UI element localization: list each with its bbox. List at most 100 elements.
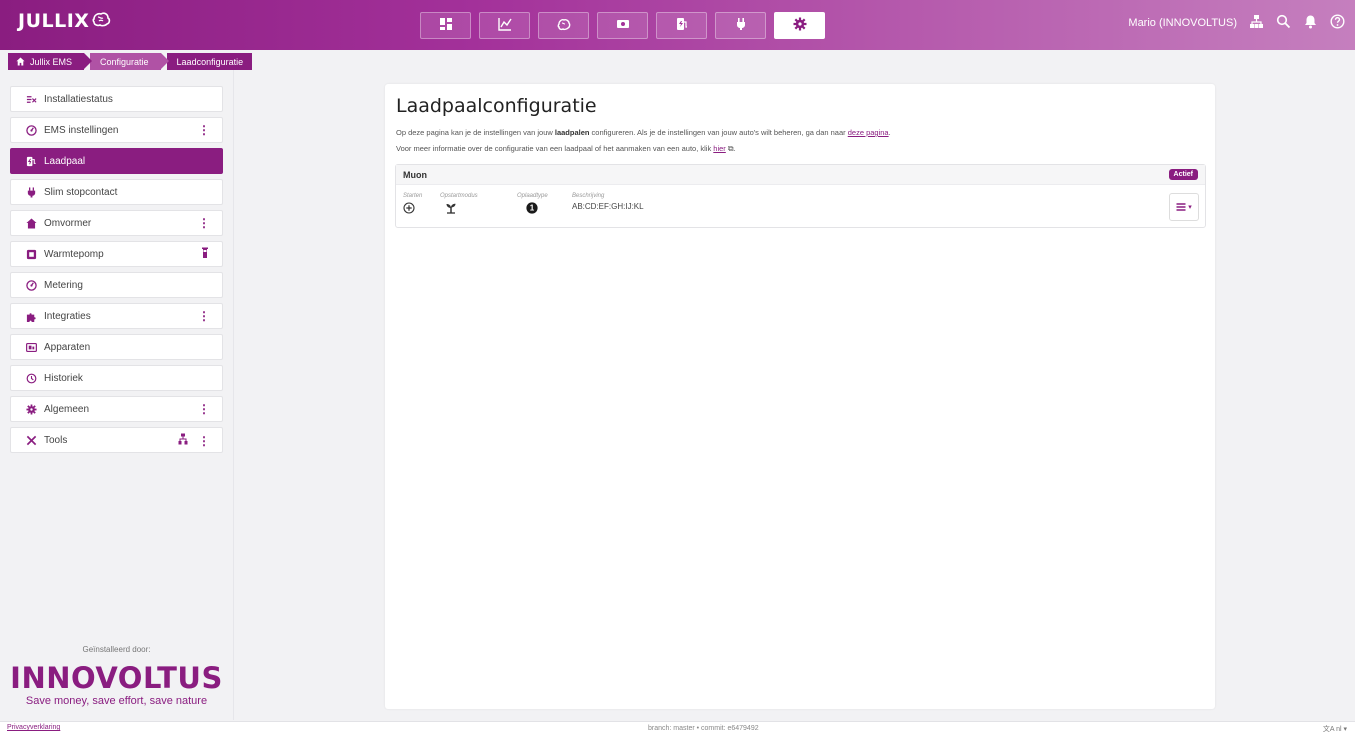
caret-down-icon: ▾ xyxy=(1188,204,1192,211)
more-vertical-icon[interactable]: ⋮ xyxy=(198,123,210,137)
nav-finance-button[interactable] xyxy=(597,12,648,39)
sidebar-item-label: Warmtepomp xyxy=(44,248,104,260)
money-icon xyxy=(616,17,630,34)
bell-icon[interactable] xyxy=(1303,14,1318,32)
breadcrumb-configuratie[interactable]: Configuratie xyxy=(90,53,169,70)
privacy-link[interactable]: Privacyverklaring xyxy=(7,724,60,731)
status-badge: Actief xyxy=(1168,169,1198,180)
startup-mode-column: Opstartmodus xyxy=(440,193,478,214)
charger-icon xyxy=(25,155,37,167)
sidebar-item-label: Slim stopcontact xyxy=(44,186,118,198)
start-column: Starten xyxy=(403,193,422,214)
installer-label: Geïnstalleerd door: xyxy=(82,645,151,654)
top-header: JULLIX Mario (INNOVOLTUS) xyxy=(0,0,1355,50)
gear-icon xyxy=(793,17,807,34)
brain-logo-icon xyxy=(91,11,111,32)
sidebar-item-omvormer[interactable]: Omvormer ⋮ xyxy=(10,210,223,236)
page-title: Laadpaalconfiguratie xyxy=(396,95,597,117)
sidebar-item-historiek[interactable]: Historiek xyxy=(10,365,223,391)
sidebar-item-label: Omvormer xyxy=(44,217,92,229)
nav-plug-button[interactable] xyxy=(715,12,766,39)
start-icon[interactable] xyxy=(403,202,422,214)
list-icon xyxy=(1176,203,1186,211)
sidebar-item-slim-stopcontact[interactable]: Slim stopcontact xyxy=(10,179,223,205)
breadcrumb-label: Laadconfiguratie xyxy=(176,56,244,67)
meter-icon xyxy=(25,124,37,136)
breadcrumb-label: Jullix EMS xyxy=(30,56,73,67)
innovoltus-logo: INNOVOLTUS xyxy=(10,661,223,695)
desc-bold: laadpalen xyxy=(554,128,590,137)
more-vertical-icon[interactable]: ⋮ xyxy=(198,402,210,416)
sidebar-item-warmtepomp[interactable]: Warmtepomp xyxy=(10,241,223,267)
breadcrumb-home[interactable]: Jullix EMS xyxy=(8,53,93,70)
main-navigation xyxy=(420,12,825,39)
breadcrumb-label: Configuratie xyxy=(100,56,149,67)
desc-text: Voor meer informatie over de configurati… xyxy=(396,144,714,153)
meter-icon xyxy=(25,279,37,291)
installer-block: Geïnstalleerd door: INNOVOLTUS Save mone… xyxy=(0,645,233,707)
more-vertical-icon[interactable]: ⋮ xyxy=(198,434,210,448)
type-one-icon: 1 xyxy=(517,202,548,214)
nav-charts-button[interactable] xyxy=(479,12,530,39)
search-icon[interactable] xyxy=(1276,14,1291,32)
info-link[interactable]: hier xyxy=(713,144,726,153)
plug-icon xyxy=(734,17,748,34)
charger-menu-button[interactable]: ▾ xyxy=(1169,193,1199,221)
solar-sprout-icon xyxy=(440,202,478,214)
language-label: nl xyxy=(1336,726,1342,733)
page-description: Op deze pagina kan je de instellingen va… xyxy=(396,125,1196,157)
nav-ai-button[interactable] xyxy=(538,12,589,39)
dashboard-icon xyxy=(439,17,453,34)
cars-page-link[interactable]: deze pagina xyxy=(848,128,889,137)
history-icon xyxy=(25,372,37,384)
sidebar-item-algemeen[interactable]: Algemeen ⋮ xyxy=(10,396,223,422)
plug-icon xyxy=(25,186,37,198)
gear-icon xyxy=(25,403,37,415)
desc-text: . xyxy=(733,144,736,153)
jullix-logo[interactable]: JULLIX xyxy=(18,10,111,32)
user-area: Mario (INNOVOLTUS) xyxy=(1128,14,1345,32)
tools-icon xyxy=(25,434,37,446)
hierarchy-icon[interactable] xyxy=(178,433,188,448)
sidebar-item-label: Metering xyxy=(44,279,83,291)
help-icon[interactable] xyxy=(1330,14,1345,32)
footer: Privacyverklaring branch: master • commi… xyxy=(0,721,1355,733)
home-icon xyxy=(25,217,37,229)
lab-flask-icon[interactable] xyxy=(200,247,210,259)
user-name[interactable]: Mario (INNOVOLTUS) xyxy=(1128,17,1237,29)
home-icon xyxy=(16,57,25,66)
sidebar-item-label: Integraties xyxy=(44,310,91,322)
charger-icon xyxy=(675,17,689,34)
sidebar-item-metering[interactable]: Metering xyxy=(10,272,223,298)
nav-dashboard-button[interactable] xyxy=(420,12,471,39)
main-card: Laadpaalconfiguratie Op deze pagina kan … xyxy=(385,84,1215,709)
sidebar-item-integraties[interactable]: Integraties ⋮ xyxy=(10,303,223,329)
nav-charger-button[interactable] xyxy=(656,12,707,39)
more-vertical-icon[interactable]: ⋮ xyxy=(198,309,210,323)
charge-type-column: Oplaadtype 1 xyxy=(517,193,548,214)
status-icon xyxy=(25,93,37,105)
sidebar-item-laadpaal[interactable]: Laadpaal xyxy=(10,148,223,174)
language-selector[interactable]: 文A nl ▾ xyxy=(1323,724,1347,733)
description-column: Beschrijving AB:CD:EF:GH:IJ:KL xyxy=(572,193,644,211)
column-header: Opstartmodus xyxy=(440,193,478,199)
hierarchy-icon[interactable] xyxy=(1249,14,1264,32)
nav-settings-button[interactable] xyxy=(774,12,825,39)
chart-icon xyxy=(497,17,512,34)
sidebar-item-apparaten[interactable]: Apparaten xyxy=(10,334,223,360)
sidebar-item-label: Apparaten xyxy=(44,341,91,353)
sidebar-item-ems-instellingen[interactable]: EMS instellingen ⋮ xyxy=(10,117,223,143)
commit-info: branch: master • commit: e6479492 xyxy=(648,725,759,732)
sidebar: Installatiestatus EMS instellingen ⋮ Laa… xyxy=(10,86,223,458)
translate-icon: 文A xyxy=(1322,726,1335,733)
desc-text: Op deze pagina kan je de instellingen va… xyxy=(396,128,555,137)
brain-icon xyxy=(557,17,571,34)
devices-icon xyxy=(25,341,37,353)
description-line-1: Op deze pagina kan je de instellingen va… xyxy=(396,125,1196,141)
more-vertical-icon[interactable]: ⋮ xyxy=(198,216,210,230)
sidebar-item-installatiestatus[interactable]: Installatiestatus xyxy=(10,86,223,112)
svg-text:1: 1 xyxy=(530,204,535,213)
desc-text: configureren. Als je de instellingen van… xyxy=(589,128,848,137)
sidebar-item-tools[interactable]: Tools ⋮ xyxy=(10,427,223,453)
sidebar-item-label: Installatiestatus xyxy=(44,93,113,105)
